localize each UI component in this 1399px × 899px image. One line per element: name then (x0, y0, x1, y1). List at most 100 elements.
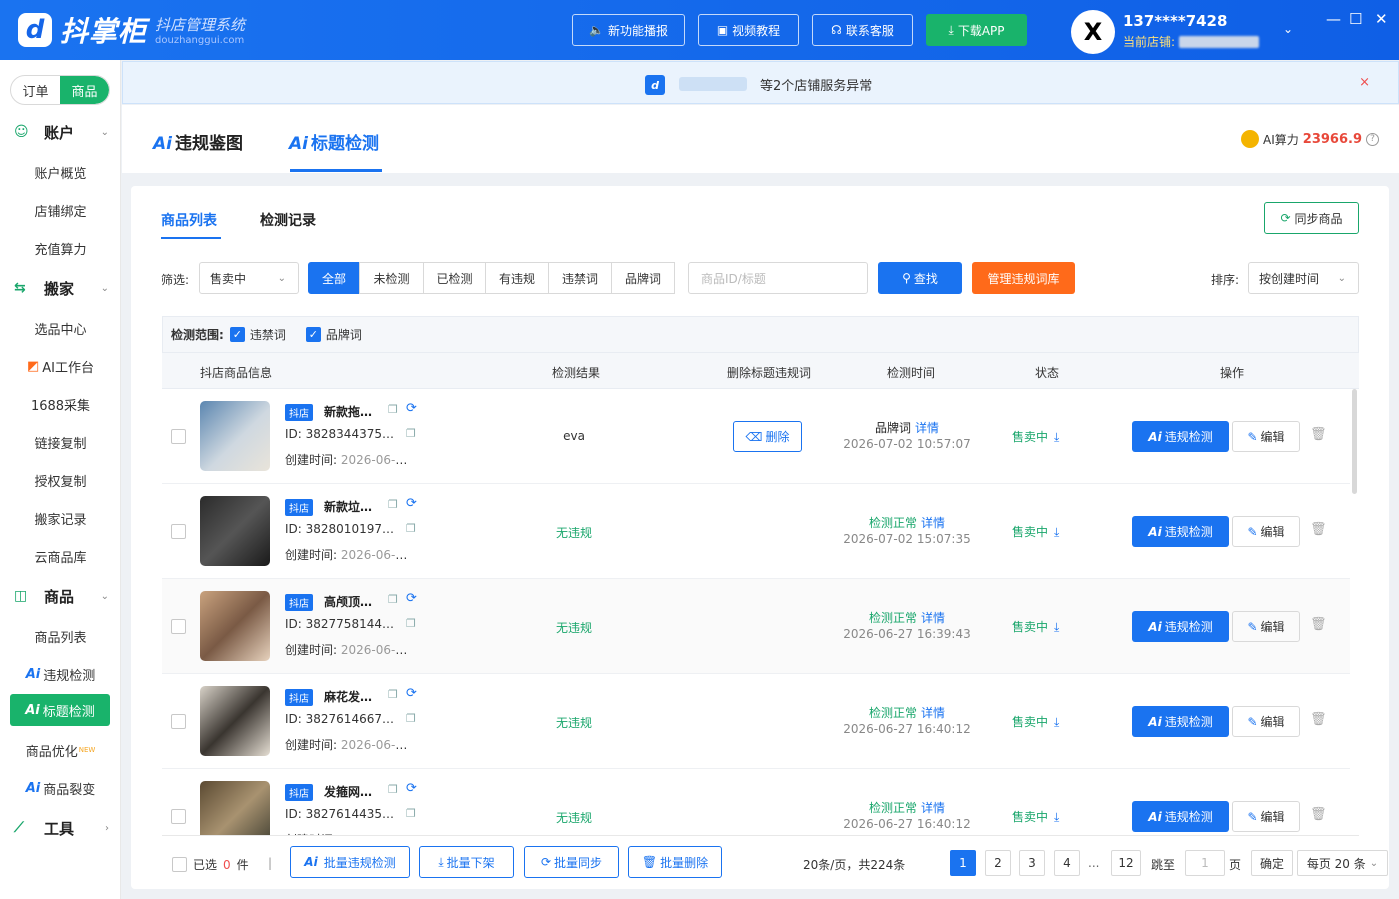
violation-check-button[interactable]: Ai 违规检测 (1132, 421, 1229, 452)
product-name[interactable]: 新款垃圾袋加厚 (324, 498, 380, 515)
delete-violation-button[interactable]: ⌫ 删除 (733, 421, 802, 452)
mode-orders[interactable]: 订单 (11, 76, 60, 104)
sidebar-item-product-optimize[interactable]: 商品优化 NEW (0, 734, 121, 766)
trash-icon[interactable]: 🗑 (1310, 427, 1327, 442)
close-window-button[interactable]: ✕ (1375, 10, 1388, 28)
refresh-icon[interactable]: ⟳ (406, 496, 417, 511)
copy-icon[interactable]: ❐ (406, 427, 416, 440)
copy-icon[interactable]: ❐ (406, 617, 416, 630)
batch-sync-button[interactable]: ⟳ 批量同步 (524, 846, 619, 878)
batch-delete-button[interactable]: 🗑 批量删除 (628, 846, 722, 878)
copy-icon[interactable]: ❐ (388, 593, 398, 606)
download-icon[interactable]: ⤓ (1054, 430, 1059, 444)
edit-button[interactable]: ✎ 编辑 (1232, 421, 1300, 452)
page-size-select[interactable]: 每页 20 条 ⌄ (1297, 850, 1388, 876)
status-select[interactable]: 售卖中 ⌄ (199, 262, 299, 294)
sidebar-item-violation-check[interactable]: Ai 违规检测 (0, 658, 121, 690)
copy-icon[interactable]: ❐ (388, 498, 398, 511)
scope-banned-checkbox[interactable]: ✓ (229, 327, 245, 342)
filter-banned-words[interactable]: 违禁词 (548, 262, 612, 294)
product-name[interactable]: 新款拖鞋EVA加厚 (324, 403, 380, 420)
tab-title-check[interactable]: Ai 标题检测 (289, 129, 379, 154)
row-checkbox[interactable] (171, 714, 186, 729)
product-name[interactable]: 麻花发箍新款 (324, 688, 380, 705)
copy-icon[interactable]: ❐ (388, 403, 398, 416)
maximize-button[interactable]: ☐ (1349, 10, 1362, 28)
refresh-icon[interactable]: ⟳ (406, 401, 417, 416)
detail-link[interactable]: 详情 (921, 801, 945, 815)
sidebar-item-product-fission[interactable]: Ai 商品裂变 (0, 772, 121, 804)
vertical-scrollbar[interactable] (1352, 389, 1357, 494)
avatar[interactable]: X (1071, 10, 1115, 54)
sidebar-item-shop-binding[interactable]: 店铺绑定 (0, 194, 121, 226)
mode-products[interactable]: 商品 (60, 76, 109, 104)
sidebar-item-auth-copy[interactable]: 授权复制 (0, 464, 121, 496)
page-2[interactable]: 2 (985, 850, 1011, 876)
help-icon[interactable]: ? (1366, 132, 1379, 146)
download-icon[interactable]: ⤓ (1054, 525, 1059, 539)
violation-check-button[interactable]: Ai 违规检测 (1132, 516, 1229, 547)
sidebar-item-cloud-library[interactable]: 云商品库 (0, 540, 121, 572)
sidebar-item-selection-center[interactable]: 选品中心 (0, 312, 121, 344)
sort-select[interactable]: 按创建时间 ⌄ (1248, 262, 1359, 294)
violation-check-button[interactable]: Ai 违规检测 (1132, 611, 1229, 642)
sidebar-item-account-overview[interactable]: 账户概览 (0, 156, 121, 188)
violation-check-button[interactable]: Ai 违规检测 (1132, 801, 1229, 832)
close-icon[interactable]: × (1359, 75, 1370, 90)
download-app-button[interactable]: ⤓ 下载APP (926, 14, 1027, 46)
product-thumbnail[interactable] (200, 781, 270, 835)
batch-delist-button[interactable]: ⤓ 批量下架 (419, 846, 514, 878)
search-button[interactable]: ⚲ 查找 (878, 262, 962, 294)
copy-icon[interactable]: ❐ (388, 688, 398, 701)
filter-brand-words[interactable]: 品牌词 (611, 262, 675, 294)
sidebar-item-move-records[interactable]: 搬家记录 (0, 502, 121, 534)
product-thumbnail[interactable] (200, 591, 270, 661)
sidebar-group-account[interactable]: ☺ 账户 ⌄ (0, 115, 121, 149)
row-checkbox[interactable] (171, 809, 186, 824)
sync-products-button[interactable]: ⟳ 同步商品 (1264, 202, 1359, 234)
page-3[interactable]: 3 (1019, 850, 1045, 876)
refresh-icon[interactable]: ⟳ (406, 686, 417, 701)
filter-checked[interactable]: 已检测 (423, 262, 486, 294)
sidebar-item-recharge[interactable]: 充值算力 (0, 232, 121, 264)
edit-button[interactable]: ✎ 编辑 (1232, 516, 1300, 547)
sidebar-item-1688[interactable]: 1688采集 (0, 388, 121, 420)
sidebar-group-tools[interactable]: ⟋ 工具 › (0, 811, 121, 845)
subtab-check-records[interactable]: 检测记录 (260, 210, 316, 230)
page-1[interactable]: 1 (950, 850, 976, 876)
sidebar-item-product-list[interactable]: 商品列表 (0, 620, 121, 652)
copy-icon[interactable]: ❐ (406, 522, 416, 535)
contact-support-button[interactable]: ☊ 联系客服 (812, 14, 913, 46)
filter-unchecked[interactable]: 未检测 (359, 262, 424, 294)
sidebar-item-ai-workbench[interactable]: ◩ AI工作台 (0, 350, 121, 382)
product-name[interactable]: 高颅顶2025新款 (324, 593, 380, 610)
search-input[interactable]: 商品ID/标题 (688, 262, 868, 294)
trash-icon[interactable]: 🗑 (1310, 807, 1327, 822)
detail-link[interactable]: 详情 (921, 706, 945, 720)
detail-link[interactable]: 详情 (921, 516, 945, 530)
page-last[interactable]: 12 (1111, 850, 1141, 876)
trash-icon[interactable]: 🗑 (1310, 712, 1327, 727)
row-checkbox[interactable] (171, 429, 186, 444)
copy-icon[interactable]: ❐ (406, 807, 416, 820)
video-tutorial-button[interactable]: ▣ 视频教程 (698, 14, 799, 46)
scope-brand-checkbox[interactable]: ✓ (305, 327, 321, 342)
product-name[interactable]: 发箍网红款 (324, 783, 380, 800)
minimize-button[interactable]: — (1326, 10, 1341, 28)
jump-confirm-button[interactable]: 确定 (1251, 850, 1293, 876)
download-icon[interactable]: ⤓ (1054, 810, 1059, 824)
tab-image-violation[interactable]: Ai 违规鉴图 (153, 129, 243, 154)
download-icon[interactable]: ⤓ (1054, 620, 1059, 634)
batch-check-button[interactable]: Ai 批量违规检测 (290, 846, 410, 878)
edit-button[interactable]: ✎ 编辑 (1232, 706, 1300, 737)
copy-icon[interactable]: ❐ (388, 783, 398, 796)
detail-link[interactable]: 详情 (915, 421, 939, 435)
copy-icon[interactable]: ❐ (406, 712, 416, 725)
chevron-down-icon[interactable]: ⌄ (1283, 22, 1293, 36)
filter-all[interactable]: 全部 (308, 262, 360, 294)
sidebar-item-link-copy[interactable]: 链接复制 (0, 426, 121, 458)
row-checkbox[interactable] (171, 619, 186, 634)
page-4[interactable]: 4 (1054, 850, 1080, 876)
sidebar-item-title-check[interactable]: Ai 标题检测 (10, 694, 110, 726)
edit-button[interactable]: ✎ 编辑 (1232, 801, 1300, 832)
